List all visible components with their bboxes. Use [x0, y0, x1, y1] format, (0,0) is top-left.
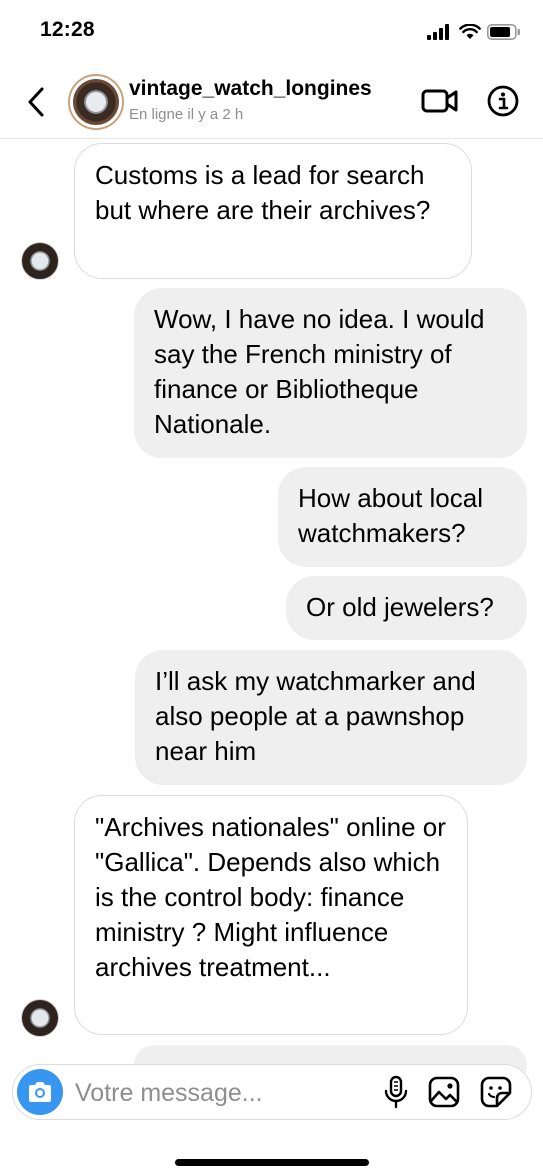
sticker-icon [480, 1076, 512, 1108]
status-icons [427, 20, 521, 44]
sticker-button[interactable] [479, 1075, 513, 1109]
home-indicator[interactable] [175, 1159, 369, 1166]
microphone-icon [384, 1075, 408, 1109]
gallery-button[interactable] [427, 1075, 461, 1109]
status-time: 12:28 [40, 18, 95, 41]
info-button[interactable] [486, 84, 520, 118]
camera-icon [29, 1082, 51, 1102]
battery-icon [487, 24, 520, 40]
message-bubble-incoming[interactable]: "Archives nationales" online or "Gallica… [74, 795, 468, 1035]
presence-status: En ligne il y a 2 h [129, 106, 244, 123]
info-icon [487, 85, 519, 117]
chat-username[interactable]: vintage_watch_longines [129, 77, 372, 101]
avatar-image [73, 79, 119, 125]
camera-button[interactable] [17, 1069, 63, 1115]
message-bubble-outgoing[interactable]: I’ll ask my watchmarker and also people … [135, 650, 527, 785]
sender-avatar[interactable] [21, 242, 59, 280]
chevron-left-icon [28, 87, 44, 117]
video-call-button[interactable] [420, 86, 460, 116]
wifi-icon [459, 24, 481, 39]
message-composer [12, 1064, 532, 1120]
message-bubble-outgoing[interactable]: How about local watchmakers? [278, 467, 527, 567]
message-bubble-outgoing[interactable]: Wow, I have no idea. I would say the Fre… [134, 288, 527, 458]
video-camera-icon [421, 89, 458, 113]
voice-message-button[interactable] [382, 1075, 410, 1109]
message-bubble-incoming[interactable]: Customs is a lead for search but where a… [74, 143, 472, 279]
image-icon [428, 1076, 460, 1108]
message-bubble-outgoing[interactable]: Or old jewelers? [286, 576, 527, 640]
message-input[interactable] [73, 1074, 377, 1112]
profile-avatar[interactable] [68, 74, 124, 130]
sender-avatar[interactable] [21, 999, 59, 1037]
chat-header: vintage_watch_longines En ligne il y a 2… [0, 66, 543, 139]
back-button[interactable] [22, 84, 52, 120]
cellular-signal-icon [427, 24, 449, 40]
